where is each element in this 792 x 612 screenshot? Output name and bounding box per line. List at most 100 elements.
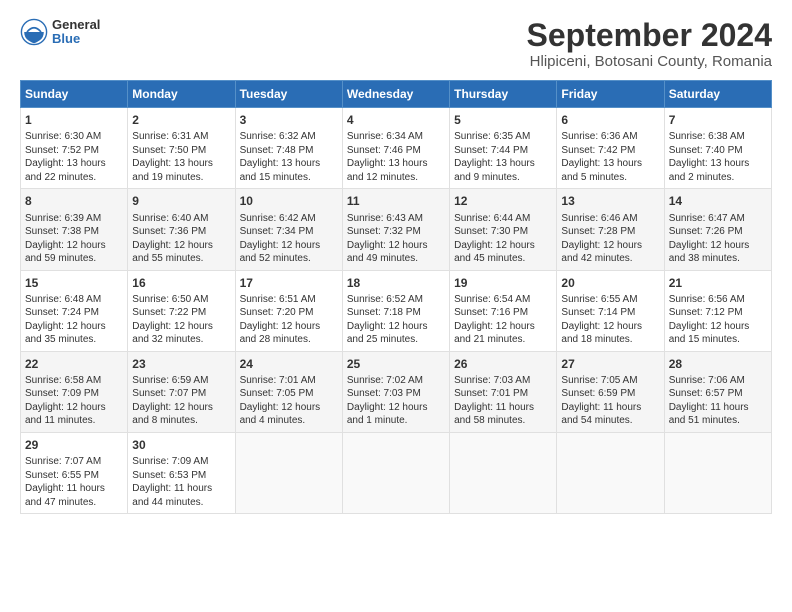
daylight-text: Daylight: 12 hours and 21 minutes.	[454, 321, 535, 346]
sunrise-text: Sunrise: 6:58 AM	[25, 375, 101, 386]
daylight-text: Daylight: 12 hours and 15 minutes.	[669, 321, 750, 346]
day-number: 15	[25, 275, 123, 291]
daylight-text: Daylight: 13 hours and 2 minutes.	[669, 158, 750, 183]
sunrise-text: Sunrise: 6:35 AM	[454, 131, 530, 142]
logo-general: General	[52, 18, 100, 32]
sunrise-text: Sunrise: 6:36 AM	[561, 131, 637, 142]
day-number: 3	[240, 112, 338, 128]
day-number: 22	[25, 356, 123, 372]
table-row: 9 Sunrise: 6:40 AM Sunset: 7:36 PM Dayli…	[128, 189, 235, 270]
table-row: 5 Sunrise: 6:35 AM Sunset: 7:44 PM Dayli…	[450, 108, 557, 189]
logo-text: General Blue	[52, 18, 100, 47]
sunset-text: Sunset: 6:55 PM	[25, 470, 99, 481]
sunset-text: Sunset: 7:34 PM	[240, 226, 314, 237]
day-number: 6	[561, 112, 659, 128]
table-row: 4 Sunrise: 6:34 AM Sunset: 7:46 PM Dayli…	[342, 108, 449, 189]
day-number: 26	[454, 356, 552, 372]
table-row: 10 Sunrise: 6:42 AM Sunset: 7:34 PM Dayl…	[235, 189, 342, 270]
day-number: 16	[132, 275, 230, 291]
sunrise-text: Sunrise: 6:51 AM	[240, 294, 316, 305]
day-number: 2	[132, 112, 230, 128]
day-number: 8	[25, 193, 123, 209]
sunrise-text: Sunrise: 6:48 AM	[25, 294, 101, 305]
day-number: 18	[347, 275, 445, 291]
sunset-text: Sunset: 7:20 PM	[240, 307, 314, 318]
day-number: 13	[561, 193, 659, 209]
day-number: 20	[561, 275, 659, 291]
sunset-text: Sunset: 7:22 PM	[132, 307, 206, 318]
table-row: 14 Sunrise: 6:47 AM Sunset: 7:26 PM Dayl…	[664, 189, 771, 270]
sunset-text: Sunset: 7:50 PM	[132, 145, 206, 156]
daylight-text: Daylight: 11 hours and 51 minutes.	[669, 402, 749, 427]
page-container: General Blue September 2024 Hlipiceni, B…	[0, 0, 792, 524]
sunset-text: Sunset: 7:44 PM	[454, 145, 528, 156]
day-number: 28	[669, 356, 767, 372]
logo: General Blue	[20, 18, 100, 47]
table-row: 25 Sunrise: 7:02 AM Sunset: 7:03 PM Dayl…	[342, 351, 449, 432]
header-thursday: Thursday	[450, 81, 557, 108]
sunrise-text: Sunrise: 6:40 AM	[132, 213, 208, 224]
day-number: 25	[347, 356, 445, 372]
sunrise-text: Sunrise: 6:34 AM	[347, 131, 423, 142]
logo-icon	[20, 18, 48, 46]
daylight-text: Daylight: 12 hours and 8 minutes.	[132, 402, 213, 427]
table-row: 26 Sunrise: 7:03 AM Sunset: 7:01 PM Dayl…	[450, 351, 557, 432]
sunset-text: Sunset: 7:32 PM	[347, 226, 421, 237]
sunset-text: Sunset: 7:12 PM	[669, 307, 743, 318]
table-row: 13 Sunrise: 6:46 AM Sunset: 7:28 PM Dayl…	[557, 189, 664, 270]
daylight-text: Daylight: 12 hours and 25 minutes.	[347, 321, 428, 346]
sunrise-text: Sunrise: 6:30 AM	[25, 131, 101, 142]
sunrise-text: Sunrise: 6:32 AM	[240, 131, 316, 142]
header-wednesday: Wednesday	[342, 81, 449, 108]
daylight-text: Daylight: 13 hours and 12 minutes.	[347, 158, 428, 183]
daylight-text: Daylight: 12 hours and 38 minutes.	[669, 240, 750, 265]
calendar-table: Sunday Monday Tuesday Wednesday Thursday…	[20, 80, 772, 514]
sunset-text: Sunset: 7:30 PM	[454, 226, 528, 237]
sunset-text: Sunset: 7:28 PM	[561, 226, 635, 237]
header-saturday: Saturday	[664, 81, 771, 108]
table-row: 29 Sunrise: 7:07 AM Sunset: 6:55 PM Dayl…	[21, 432, 128, 513]
table-row: 22 Sunrise: 6:58 AM Sunset: 7:09 PM Dayl…	[21, 351, 128, 432]
sunset-text: Sunset: 6:59 PM	[561, 388, 635, 399]
sunset-text: Sunset: 7:01 PM	[454, 388, 528, 399]
day-number: 9	[132, 193, 230, 209]
sunrise-text: Sunrise: 7:05 AM	[561, 375, 637, 386]
table-row	[235, 432, 342, 513]
table-row: 18 Sunrise: 6:52 AM Sunset: 7:18 PM Dayl…	[342, 270, 449, 351]
sunrise-text: Sunrise: 7:03 AM	[454, 375, 530, 386]
sunrise-text: Sunrise: 6:47 AM	[669, 213, 745, 224]
sunrise-text: Sunrise: 6:54 AM	[454, 294, 530, 305]
day-number: 21	[669, 275, 767, 291]
header-monday: Monday	[128, 81, 235, 108]
sunrise-text: Sunrise: 6:56 AM	[669, 294, 745, 305]
table-row	[664, 432, 771, 513]
sunset-text: Sunset: 7:46 PM	[347, 145, 421, 156]
day-number: 12	[454, 193, 552, 209]
day-number: 24	[240, 356, 338, 372]
daylight-text: Daylight: 11 hours and 47 minutes.	[25, 483, 105, 508]
sunset-text: Sunset: 7:03 PM	[347, 388, 421, 399]
header-sunday: Sunday	[21, 81, 128, 108]
sunrise-text: Sunrise: 6:59 AM	[132, 375, 208, 386]
sunset-text: Sunset: 7:09 PM	[25, 388, 99, 399]
daylight-text: Daylight: 13 hours and 5 minutes.	[561, 158, 642, 183]
table-row: 6 Sunrise: 6:36 AM Sunset: 7:42 PM Dayli…	[557, 108, 664, 189]
table-row: 2 Sunrise: 6:31 AM Sunset: 7:50 PM Dayli…	[128, 108, 235, 189]
day-number: 4	[347, 112, 445, 128]
sunset-text: Sunset: 7:16 PM	[454, 307, 528, 318]
table-row: 20 Sunrise: 6:55 AM Sunset: 7:14 PM Dayl…	[557, 270, 664, 351]
header-tuesday: Tuesday	[235, 81, 342, 108]
table-row: 24 Sunrise: 7:01 AM Sunset: 7:05 PM Dayl…	[235, 351, 342, 432]
table-row: 8 Sunrise: 6:39 AM Sunset: 7:38 PM Dayli…	[21, 189, 128, 270]
table-row: 21 Sunrise: 6:56 AM Sunset: 7:12 PM Dayl…	[664, 270, 771, 351]
day-number: 10	[240, 193, 338, 209]
page-subtitle: Hlipiceni, Botosani County, Romania	[527, 53, 772, 70]
table-row: 17 Sunrise: 6:51 AM Sunset: 7:20 PM Dayl…	[235, 270, 342, 351]
table-row	[450, 432, 557, 513]
sunrise-text: Sunrise: 6:39 AM	[25, 213, 101, 224]
sunset-text: Sunset: 7:18 PM	[347, 307, 421, 318]
sunrise-text: Sunrise: 6:55 AM	[561, 294, 637, 305]
sunrise-text: Sunrise: 6:42 AM	[240, 213, 316, 224]
sunset-text: Sunset: 7:24 PM	[25, 307, 99, 318]
sunrise-text: Sunrise: 6:38 AM	[669, 131, 745, 142]
